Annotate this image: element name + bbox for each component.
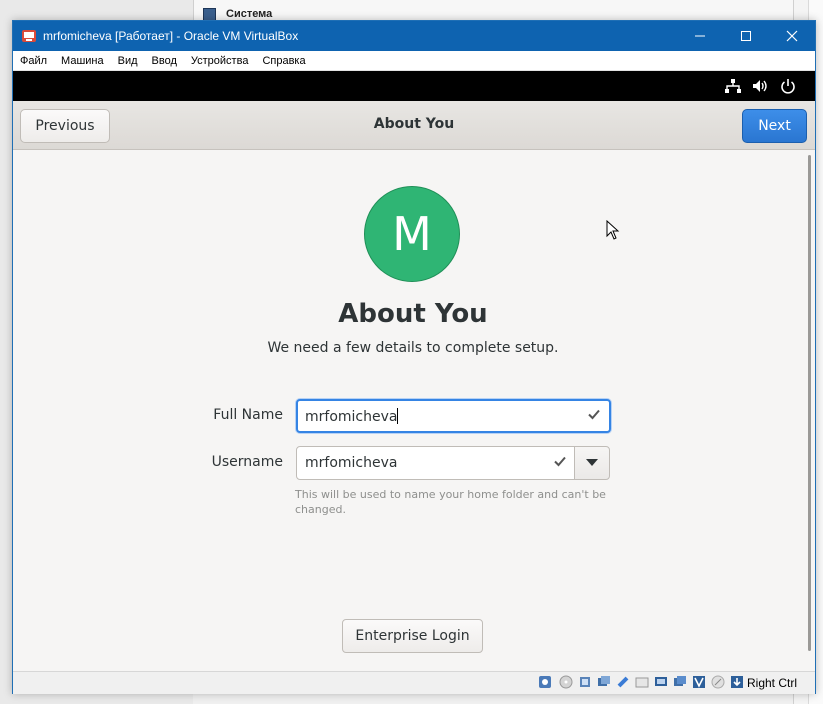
maximize-icon — [741, 31, 751, 41]
mouse-integration-icon[interactable] — [711, 675, 725, 689]
host-key-label: Right Ctrl — [747, 676, 798, 690]
usb-icon[interactable] — [616, 675, 630, 689]
full-name-text: mrfomicheva — [305, 409, 398, 425]
guest-top-bar — [13, 71, 815, 101]
chevron-down-icon — [586, 459, 598, 466]
minimize-icon — [695, 35, 705, 37]
network-adapter-icon[interactable] — [597, 675, 611, 689]
window-titlebar[interactable]: mrfomicheva [Работает] - Oracle VM Virtu… — [13, 21, 815, 51]
background-panel: Система — [193, 0, 794, 22]
menu-help[interactable]: Справка — [262, 55, 305, 67]
menu-machine[interactable]: Машина — [61, 55, 104, 67]
avatar[interactable]: M — [364, 186, 460, 282]
page-heading: About You — [338, 299, 488, 329]
shared-folder-icon[interactable] — [635, 675, 649, 689]
window-title: mrfomicheva [Работает] - Oracle VM Virtu… — [43, 29, 299, 43]
menubar: Файл Машина Вид Ввод Устройства Справка — [13, 51, 815, 71]
optical-disk-icon[interactable] — [559, 675, 573, 689]
username-value: mrfomicheva — [305, 455, 398, 471]
setup-header-bar: Previous About You Next — [13, 101, 815, 150]
username-label: Username — [211, 454, 283, 470]
username-hint: This will be used to name your home fold… — [295, 488, 606, 516]
power-icon[interactable] — [779, 78, 797, 94]
header-title: About You — [373, 116, 455, 132]
username-dropdown-button[interactable] — [574, 446, 610, 480]
page-subtitle: We need a few details to complete setup. — [267, 340, 559, 356]
enterprise-login-button[interactable]: Enterprise Login — [342, 619, 483, 653]
speaker-icon[interactable] — [751, 78, 769, 94]
full-name-value: mrfomicheva — [305, 408, 399, 425]
keyboard-capture-icon[interactable] — [730, 675, 744, 689]
close-button[interactable] — [769, 21, 815, 51]
text-caret — [397, 408, 399, 424]
audio-icon[interactable] — [578, 675, 592, 689]
check-icon — [588, 409, 600, 420]
scrollbar[interactable] — [808, 155, 811, 651]
menu-input[interactable]: Ввод — [152, 55, 177, 67]
full-name-input[interactable]: mrfomicheva — [296, 399, 611, 433]
network-icon[interactable] — [724, 78, 742, 94]
menu-file[interactable]: Файл — [20, 55, 47, 67]
menu-devices[interactable]: Устройства — [191, 55, 249, 67]
vm-statusbar: Right Ctrl — [13, 671, 815, 694]
minimize-button[interactable] — [677, 21, 723, 51]
menu-view[interactable]: Вид — [118, 55, 138, 67]
display-icon[interactable] — [654, 675, 668, 689]
virtualization-icon[interactable] — [692, 675, 706, 689]
mouse-cursor-icon — [606, 220, 620, 240]
guest-screen: Previous About You Next M About You We n… — [13, 101, 815, 671]
full-name-label: Full Name — [213, 407, 283, 423]
background-panel-title: Система — [226, 8, 273, 20]
next-button[interactable]: Next — [742, 109, 807, 143]
virtualbox-window: mrfomicheva [Работает] - Oracle VM Virtu… — [12, 20, 816, 694]
hard-disk-icon[interactable] — [538, 675, 552, 689]
virtualbox-app-icon — [22, 30, 36, 42]
video-capture-icon[interactable] — [673, 675, 687, 689]
close-icon — [786, 30, 798, 42]
check-icon — [554, 456, 566, 467]
maximize-button[interactable] — [723, 21, 769, 51]
username-input[interactable]: mrfomicheva — [296, 446, 576, 480]
